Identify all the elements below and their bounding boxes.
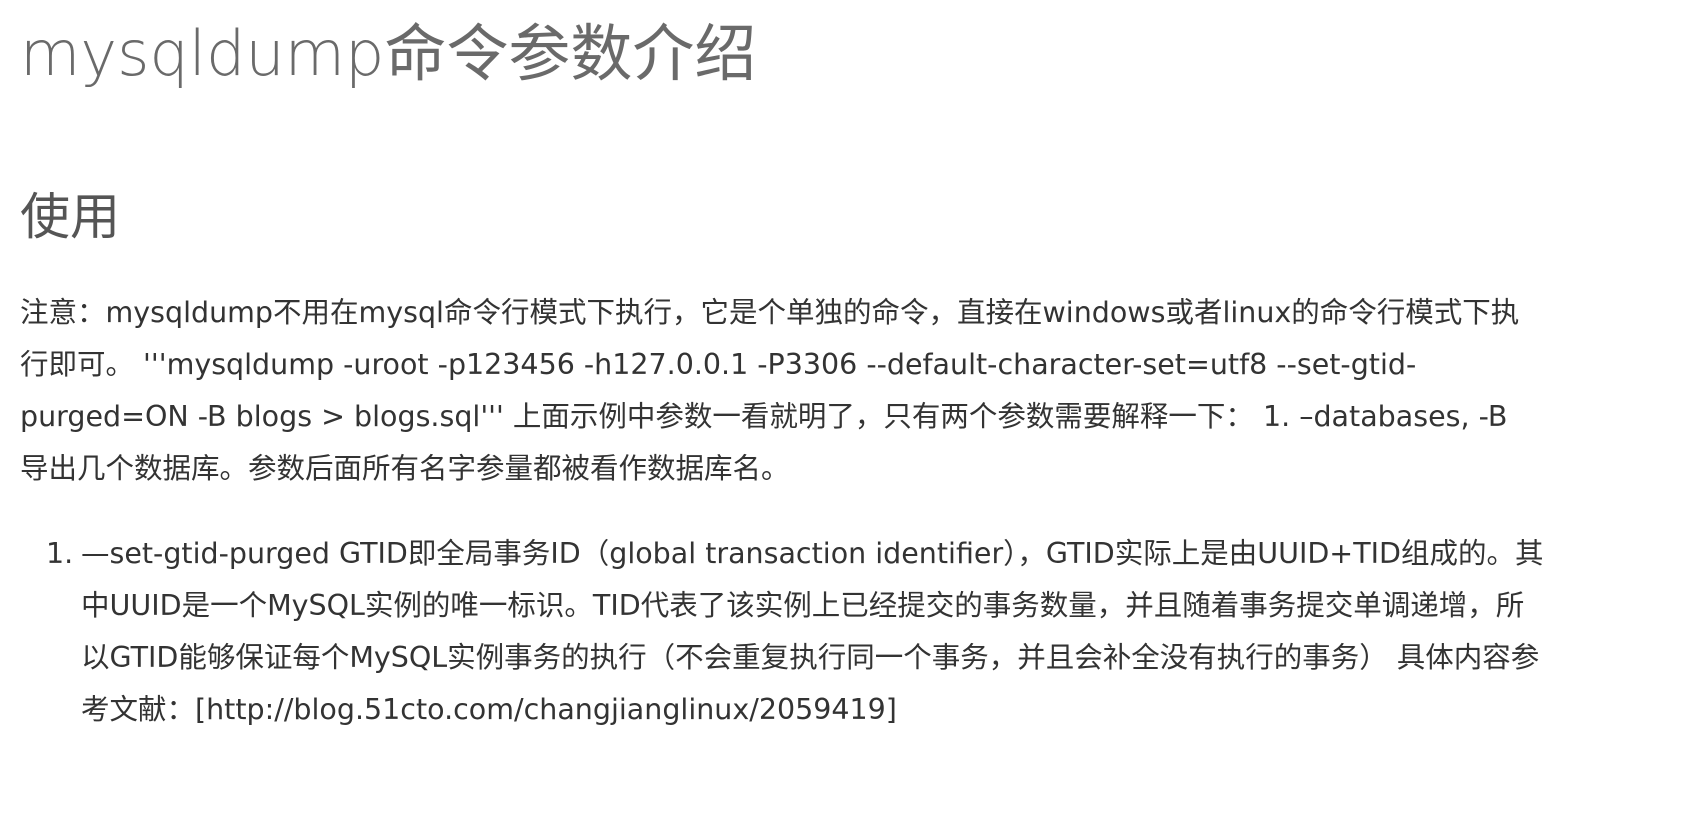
usage-paragraph: 注意：mysqldump不用在mysql命令行模式下执行，它是个单独的命令，直接… <box>20 296 1520 485</box>
list-item-number: 1. <box>46 537 74 570</box>
page-title: mysqldump命令参数介绍 <box>20 17 757 90</box>
section-heading-usage: 使用 <box>20 188 120 246</box>
article-page: mysqldump命令参数介绍 使用 注意：mysqldump不用在mysql命… <box>0 0 1694 818</box>
list-item-text: —set-gtid-purged GTID即全局事务ID（global tran… <box>81 537 1544 726</box>
parameter-list: 1. —set-gtid-purged GTID即全局事务ID（global t… <box>0 528 1551 736</box>
list-item: 1. —set-gtid-purged GTID即全局事务ID（global t… <box>0 528 1551 736</box>
